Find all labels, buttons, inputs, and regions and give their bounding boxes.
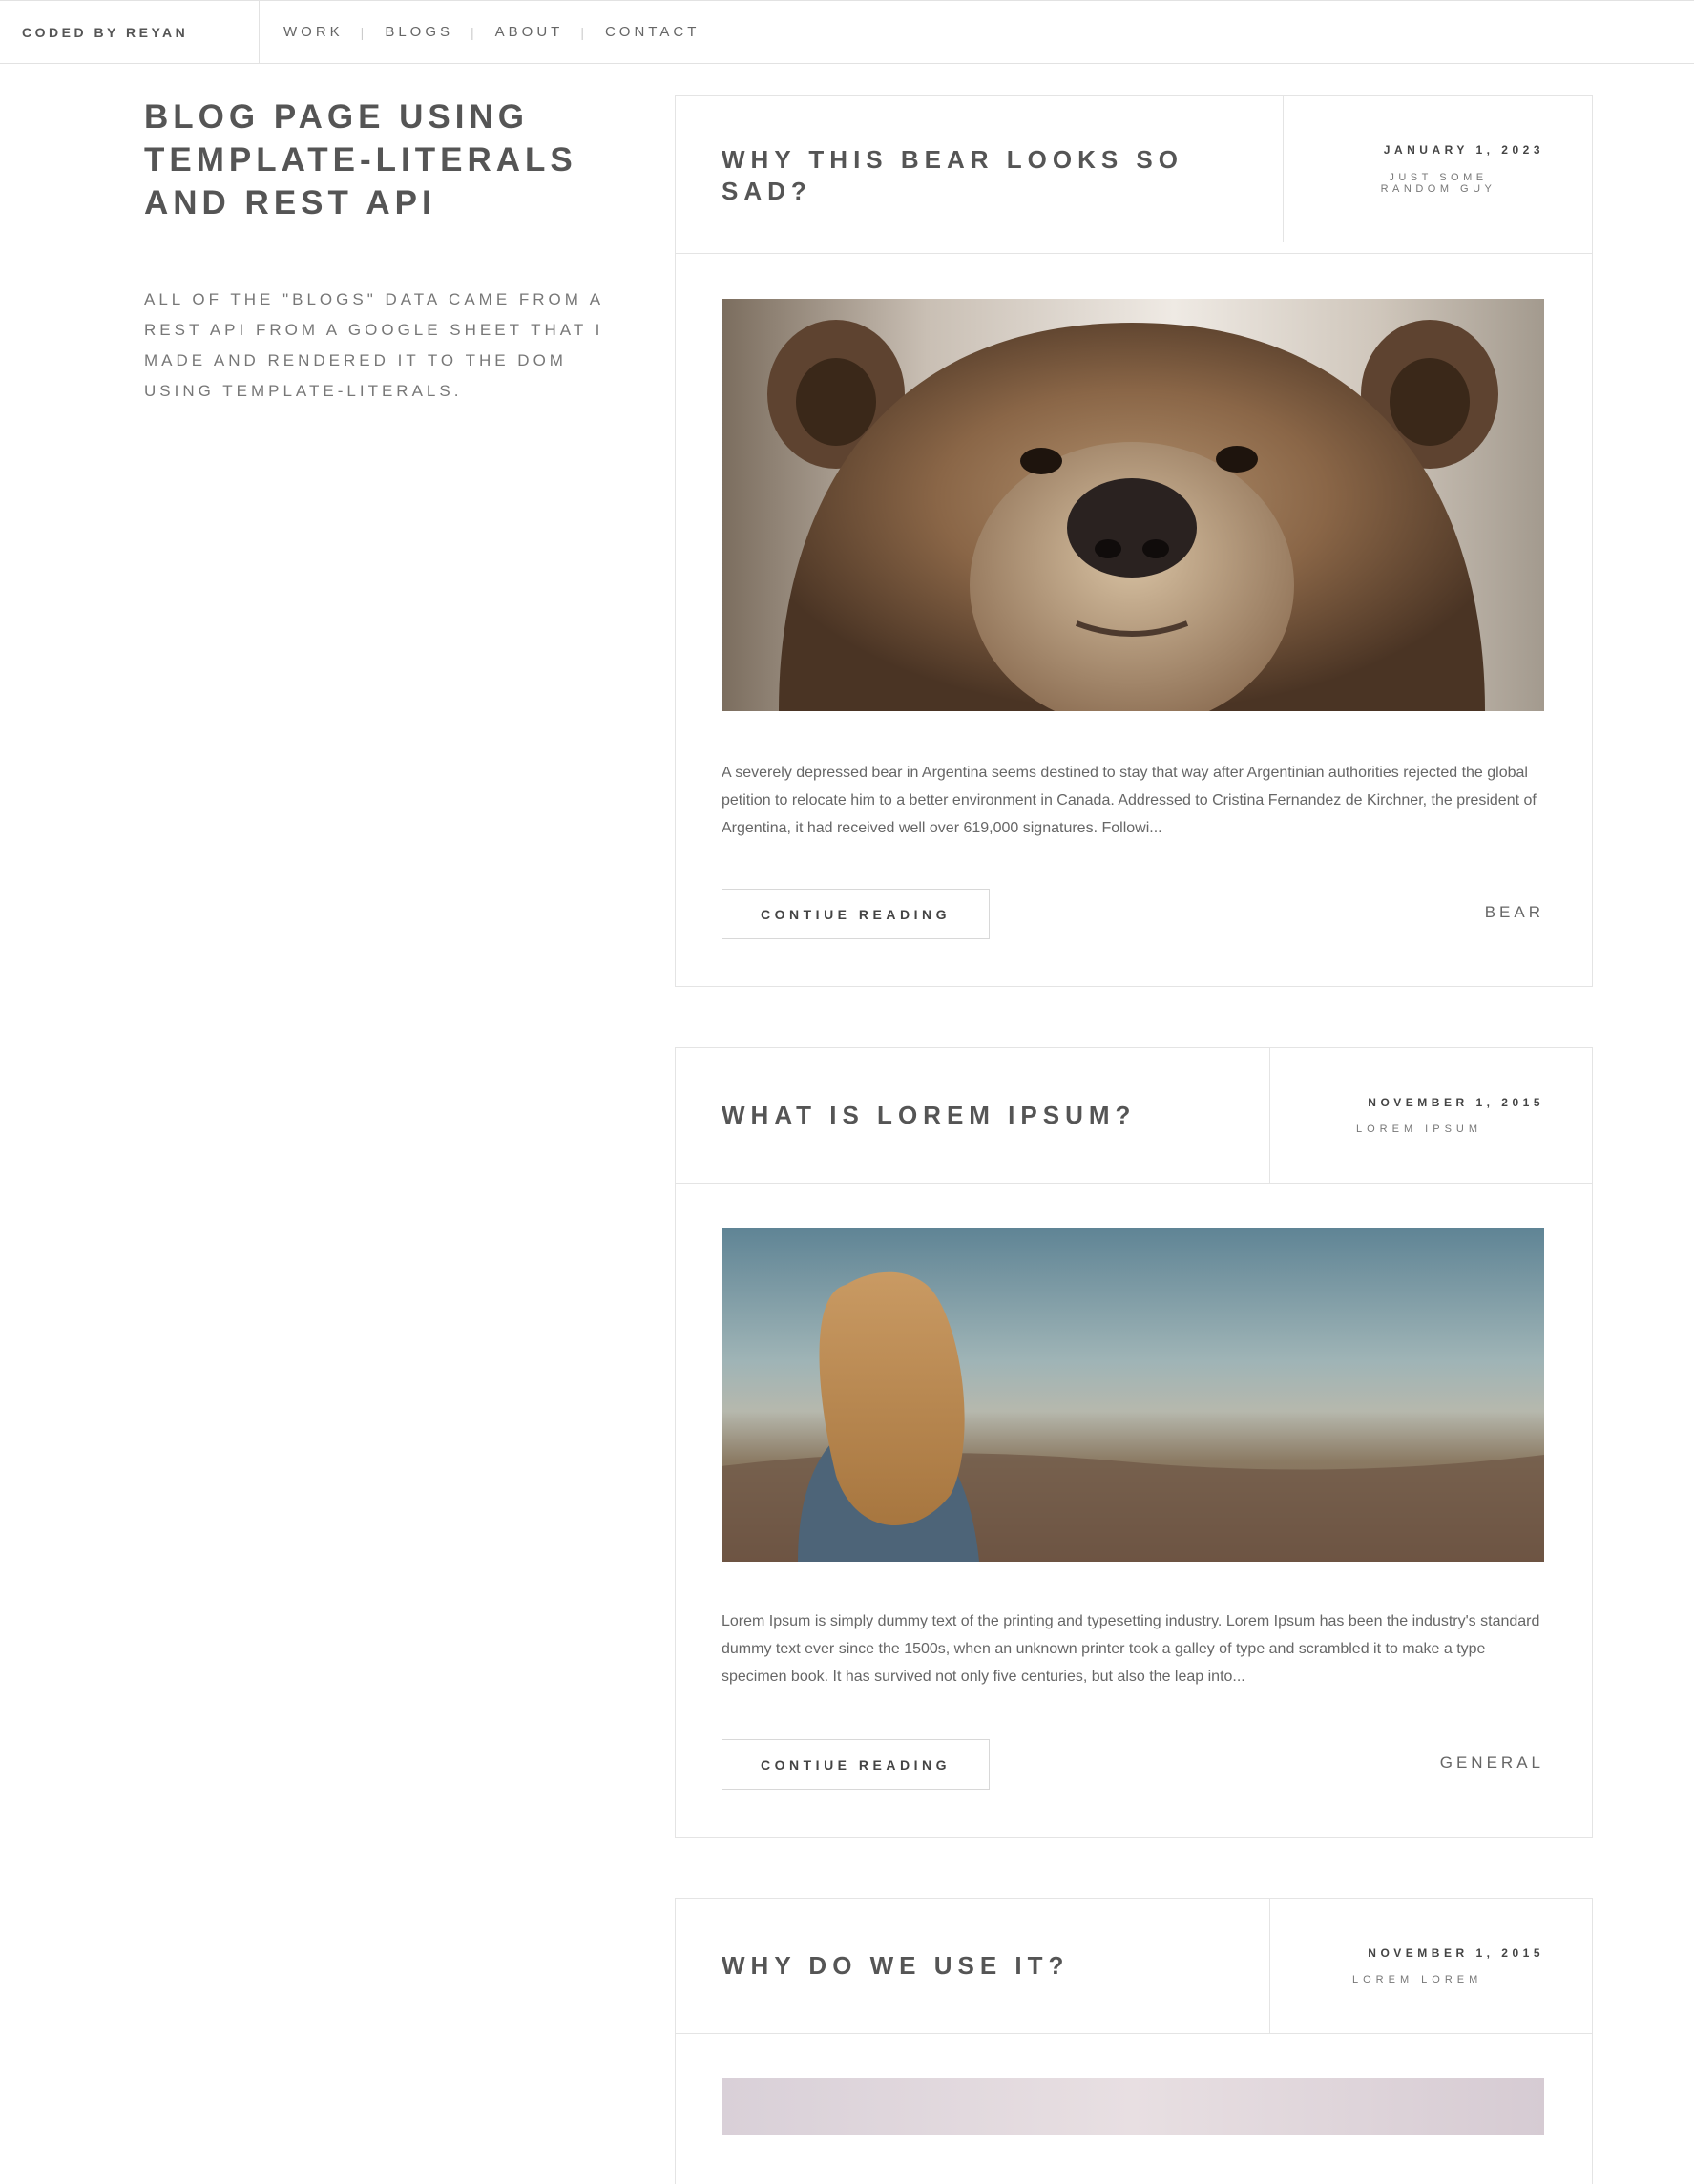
continue-reading-button[interactable]: CONTIUE READING bbox=[722, 889, 990, 939]
main-nav: WORK | BLOGS | ABOUT | CONTACT bbox=[283, 1, 700, 63]
nav-separator: | bbox=[360, 24, 365, 40]
post-header: WHY DO WE USE IT? NOVEMBER 1, 2015 LOREM… bbox=[676, 1899, 1592, 2034]
post-tag[interactable]: GENERAL bbox=[1440, 1754, 1544, 1773]
post-header: WHAT IS LOREM IPSUM? NOVEMBER 1, 2015 LO… bbox=[676, 1048, 1592, 1184]
pastel-photo bbox=[722, 2078, 1544, 2135]
nav-link-contact[interactable]: CONTACT bbox=[605, 24, 700, 40]
post-title[interactable]: WHY DO WE USE IT? bbox=[722, 1950, 1256, 1982]
continue-reading-button[interactable]: CONTIUE READING bbox=[722, 1739, 990, 1790]
post-author: LOREM IPSUM bbox=[1356, 1124, 1483, 1135]
top-navbar: CODED BY REYAN WORK | BLOGS | ABOUT | CO… bbox=[0, 0, 1694, 64]
blog-post: WHY THIS BEAR LOOKS SO SAD? JANUARY 1, 2… bbox=[675, 95, 1593, 987]
post-title[interactable]: WHAT IS LOREM IPSUM? bbox=[722, 1100, 1256, 1131]
nav-separator: | bbox=[580, 24, 584, 40]
post-meta: NOVEMBER 1, 2015 LOREM LOREM bbox=[1269, 1899, 1592, 2033]
post-date: NOVEMBER 1, 2015 bbox=[1368, 1946, 1544, 1960]
nav-link-work[interactable]: WORK bbox=[283, 24, 344, 40]
post-header: WHY THIS BEAR LOOKS SO SAD? JANUARY 1, 2… bbox=[676, 96, 1592, 254]
post-tag[interactable]: BEAR bbox=[1485, 903, 1544, 922]
blog-post: WHAT IS LOREM IPSUM? NOVEMBER 1, 2015 LO… bbox=[675, 1047, 1593, 1838]
post-date: JANUARY 1, 2023 bbox=[1383, 143, 1544, 157]
post-excerpt: Lorem Ipsum is simply dummy text of the … bbox=[722, 1613, 1540, 1685]
woman-landscape-photo bbox=[722, 1228, 1544, 1562]
post-excerpt: A severely depressed bear in Argentina s… bbox=[722, 765, 1537, 836]
page-title: BLOG PAGE USING TEMPLATE-LITERALS AND RE… bbox=[144, 98, 577, 221]
post-date: NOVEMBER 1, 2015 bbox=[1368, 1096, 1544, 1109]
post-author: JUST SOME RANDOM GUY bbox=[1380, 172, 1496, 195]
nav-link-blogs[interactable]: BLOGS bbox=[385, 24, 453, 40]
post-title[interactable]: WHY THIS BEAR LOOKS SO SAD? bbox=[722, 144, 1218, 207]
blog-post: WHY DO WE USE IT? NOVEMBER 1, 2015 LOREM… bbox=[675, 1898, 1593, 2184]
post-meta: JANUARY 1, 2023 JUST SOME RANDOM GUY bbox=[1283, 96, 1592, 242]
nav-link-about[interactable]: ABOUT bbox=[495, 24, 564, 40]
bear-photo bbox=[722, 299, 1544, 711]
site-brand[interactable]: CODED BY REYAN bbox=[0, 1, 260, 63]
post-author: LOREM LOREM bbox=[1352, 1974, 1483, 1985]
page-description: ALL OF THE "BLOGS" DATA CAME FROM A REST… bbox=[144, 290, 604, 400]
post-meta: NOVEMBER 1, 2015 LOREM IPSUM bbox=[1269, 1048, 1592, 1183]
nav-separator: | bbox=[471, 24, 474, 40]
